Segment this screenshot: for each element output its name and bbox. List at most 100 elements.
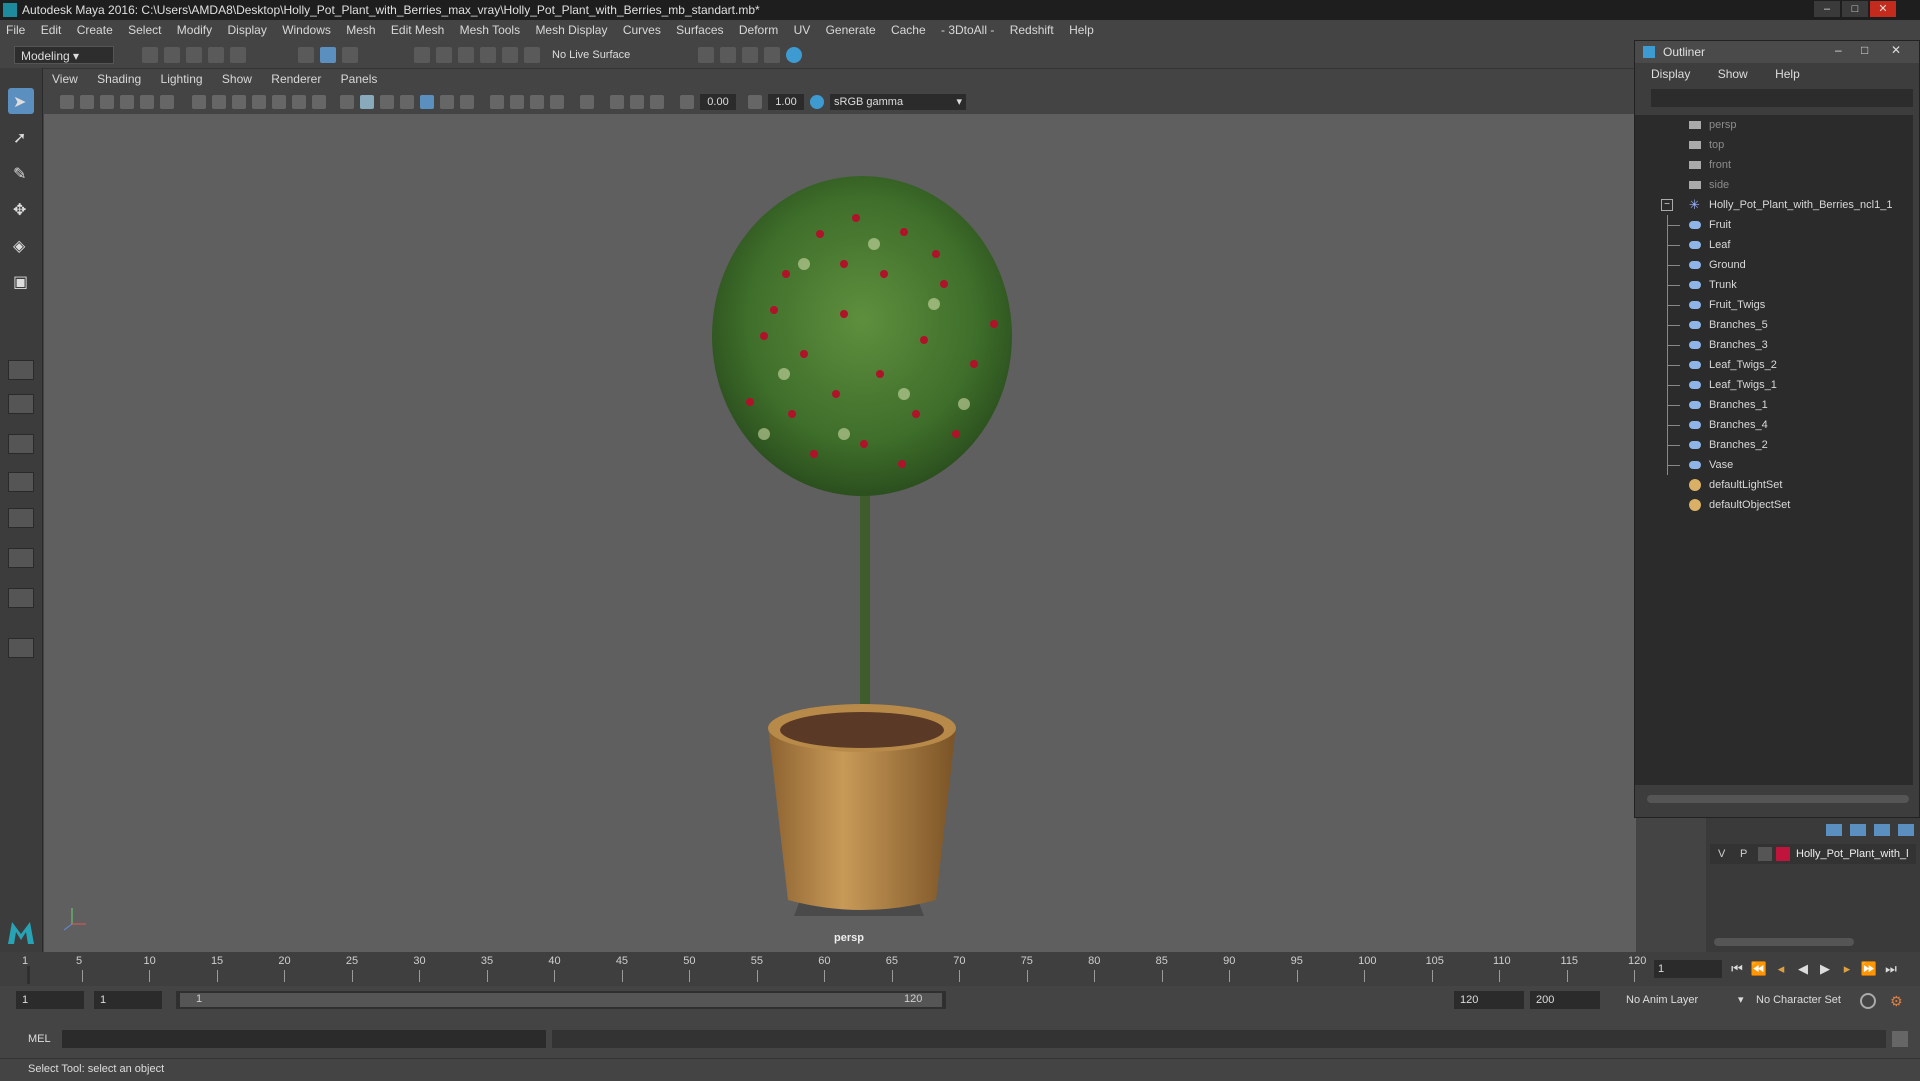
menu-uv[interactable]: UV bbox=[788, 20, 817, 40]
menu-windows[interactable]: Windows bbox=[276, 20, 337, 40]
minimize-button[interactable]: – bbox=[1814, 1, 1840, 17]
outliner-item-vase[interactable]: Vase bbox=[1635, 455, 1911, 475]
outliner-maximize-button[interactable]: □ bbox=[1861, 43, 1868, 57]
anim-layer-dropdown[interactable]: No Anim Layer bbox=[1626, 991, 1698, 1009]
menu-display[interactable]: Display bbox=[221, 20, 272, 40]
step-forward-frame-button[interactable]: ▸ bbox=[1838, 960, 1856, 978]
single-pane-layout-button[interactable] bbox=[8, 360, 34, 380]
exposure-icon[interactable] bbox=[680, 95, 694, 109]
menu-create[interactable]: Create bbox=[71, 20, 119, 40]
magnet-icon[interactable] bbox=[524, 47, 540, 63]
step-forward-key-button[interactable]: ⏩ bbox=[1860, 960, 1878, 978]
outliner-layout-button[interactable] bbox=[8, 472, 34, 492]
view-transform-dropdown[interactable]: sRGB gamma ▾ bbox=[830, 94, 966, 110]
menu-deform[interactable]: Deform bbox=[733, 20, 784, 40]
gate-mask-icon[interactable] bbox=[252, 95, 266, 109]
panel-menu-shading[interactable]: Shading bbox=[89, 70, 149, 88]
open-scene-icon[interactable] bbox=[164, 47, 180, 63]
outliner-minimize-button[interactable]: – bbox=[1835, 43, 1842, 57]
outliner-item-default-light-set[interactable]: defaultLightSet bbox=[1635, 475, 1911, 495]
character-set-dropdown[interactable]: No Character Set bbox=[1756, 991, 1841, 1009]
menu-surfaces[interactable]: Surfaces bbox=[670, 20, 729, 40]
custom-layout-button[interactable] bbox=[8, 588, 34, 608]
layer-playback-toggle[interactable]: P bbox=[1740, 844, 1747, 864]
wireframe-on-shaded-icon[interactable] bbox=[400, 95, 414, 109]
isolate-select-icon[interactable] bbox=[580, 95, 594, 109]
menu-edit[interactable]: Edit bbox=[35, 20, 68, 40]
panel-menu-show[interactable]: Show bbox=[214, 70, 260, 88]
animation-end-field[interactable]: 200 bbox=[1530, 991, 1600, 1009]
redo-icon[interactable] bbox=[230, 47, 246, 63]
image-plane-icon[interactable] bbox=[120, 95, 134, 109]
anti-aliasing-icon[interactable] bbox=[530, 95, 544, 109]
panel-menu-view[interactable]: View bbox=[44, 70, 86, 88]
rotate-tool-button[interactable]: ◈ bbox=[8, 232, 34, 258]
auto-keyframe-icon[interactable] bbox=[1860, 993, 1876, 1009]
menu-redshift[interactable]: Redshift bbox=[1004, 20, 1060, 40]
menu-mesh-tools[interactable]: Mesh Tools bbox=[454, 20, 526, 40]
playback-start-field[interactable]: 1 bbox=[94, 991, 162, 1009]
two-pane-layout-button[interactable] bbox=[8, 434, 34, 454]
layer-visibility-toggle[interactable]: V bbox=[1718, 844, 1725, 864]
exposure-field[interactable]: 0.00 bbox=[700, 94, 736, 110]
color-management-icon[interactable] bbox=[810, 95, 824, 109]
snap-curve-icon[interactable] bbox=[436, 47, 452, 63]
screen-space-ao-icon[interactable] bbox=[490, 95, 504, 109]
render-view-icon[interactable] bbox=[764, 47, 780, 63]
lasso-tool-button[interactable]: ➚ bbox=[8, 124, 34, 150]
menu-modify[interactable]: Modify bbox=[171, 20, 218, 40]
layer-color-swatch[interactable] bbox=[1776, 847, 1790, 861]
play-forwards-button[interactable]: ▶ bbox=[1816, 960, 1834, 978]
outliner-menu-help[interactable]: Help bbox=[1759, 65, 1808, 81]
graph-layout-button[interactable] bbox=[8, 508, 34, 528]
menu-mesh-display[interactable]: Mesh Display bbox=[529, 20, 613, 40]
outliner-item-leaf[interactable]: Leaf bbox=[1635, 235, 1911, 255]
render-settings-icon[interactable] bbox=[698, 47, 714, 63]
step-back-key-button[interactable]: ⏪ bbox=[1750, 960, 1768, 978]
xray-icon[interactable] bbox=[610, 95, 624, 109]
gamma-icon[interactable] bbox=[748, 95, 762, 109]
outliner-item-top[interactable]: top bbox=[1635, 135, 1911, 155]
playback-range-handle[interactable] bbox=[180, 993, 942, 1007]
outliner-item-fruit[interactable]: Fruit bbox=[1635, 215, 1911, 235]
outliner-item-branches-3[interactable]: Branches_3 bbox=[1635, 335, 1911, 355]
menu-file[interactable]: File bbox=[0, 20, 31, 40]
outliner-item-branches-2[interactable]: Branches_2 bbox=[1635, 435, 1911, 455]
grid-icon[interactable] bbox=[192, 95, 206, 109]
menu-help[interactable]: Help bbox=[1063, 20, 1100, 40]
depth-of-field-icon[interactable] bbox=[550, 95, 564, 109]
outliner-horizontal-scrollbar[interactable] bbox=[1647, 795, 1909, 803]
animation-start-field[interactable]: 1 bbox=[16, 991, 84, 1009]
live-surface-label[interactable]: No Live Surface bbox=[552, 47, 642, 63]
move-tool-button[interactable]: ✥ bbox=[8, 196, 34, 222]
outliner-item-branches-5[interactable]: Branches_5 bbox=[1635, 315, 1911, 335]
layer-row[interactable]: V P Holly_Pot_Plant_with_l bbox=[1710, 844, 1916, 864]
motion-blur-icon[interactable] bbox=[510, 95, 524, 109]
menu-cache[interactable]: Cache bbox=[885, 20, 932, 40]
outliner-item-branches-1[interactable]: Branches_1 bbox=[1635, 395, 1911, 415]
close-button[interactable]: ✕ bbox=[1870, 1, 1896, 17]
outliner-item-trunk[interactable]: Trunk bbox=[1635, 275, 1911, 295]
menu-select[interactable]: Select bbox=[122, 20, 167, 40]
gamma-field[interactable]: 1.00 bbox=[768, 94, 804, 110]
save-scene-icon[interactable] bbox=[186, 47, 202, 63]
select-by-hierarchy-icon[interactable] bbox=[298, 47, 314, 63]
move-layer-down-icon[interactable] bbox=[1898, 824, 1914, 836]
render-globe-icon[interactable] bbox=[786, 47, 802, 63]
select-tool-button[interactable]: ➤ bbox=[8, 88, 34, 114]
outliner-item-group[interactable]: − ✳ Holly_Pot_Plant_with_Berries_ncl1_1 bbox=[1635, 195, 1911, 215]
scale-tool-button[interactable]: ▣ bbox=[8, 268, 34, 294]
hypershade-layout-button[interactable] bbox=[8, 548, 34, 568]
outliner-menu-show[interactable]: Show bbox=[1702, 65, 1756, 81]
outliner-item-ground[interactable]: Ground bbox=[1635, 255, 1911, 275]
field-chart-icon[interactable] bbox=[272, 95, 286, 109]
ipr-render-icon[interactable] bbox=[742, 47, 758, 63]
snap-grid-icon[interactable] bbox=[414, 47, 430, 63]
layer-display-type[interactable] bbox=[1758, 847, 1772, 861]
xray-joints-icon[interactable] bbox=[650, 95, 664, 109]
time-slider[interactable]: 1 5 10 15 20 25 30 35 40 45 50 55 60 65 70 75 80 85 90 95 10… bbox=[0, 952, 1920, 986]
outliner-item-persp[interactable]: persp bbox=[1635, 115, 1911, 135]
move-layer-up-icon[interactable] bbox=[1874, 824, 1890, 836]
layout-menu-button[interactable] bbox=[8, 638, 34, 658]
maximize-button[interactable]: □ bbox=[1842, 1, 1868, 17]
